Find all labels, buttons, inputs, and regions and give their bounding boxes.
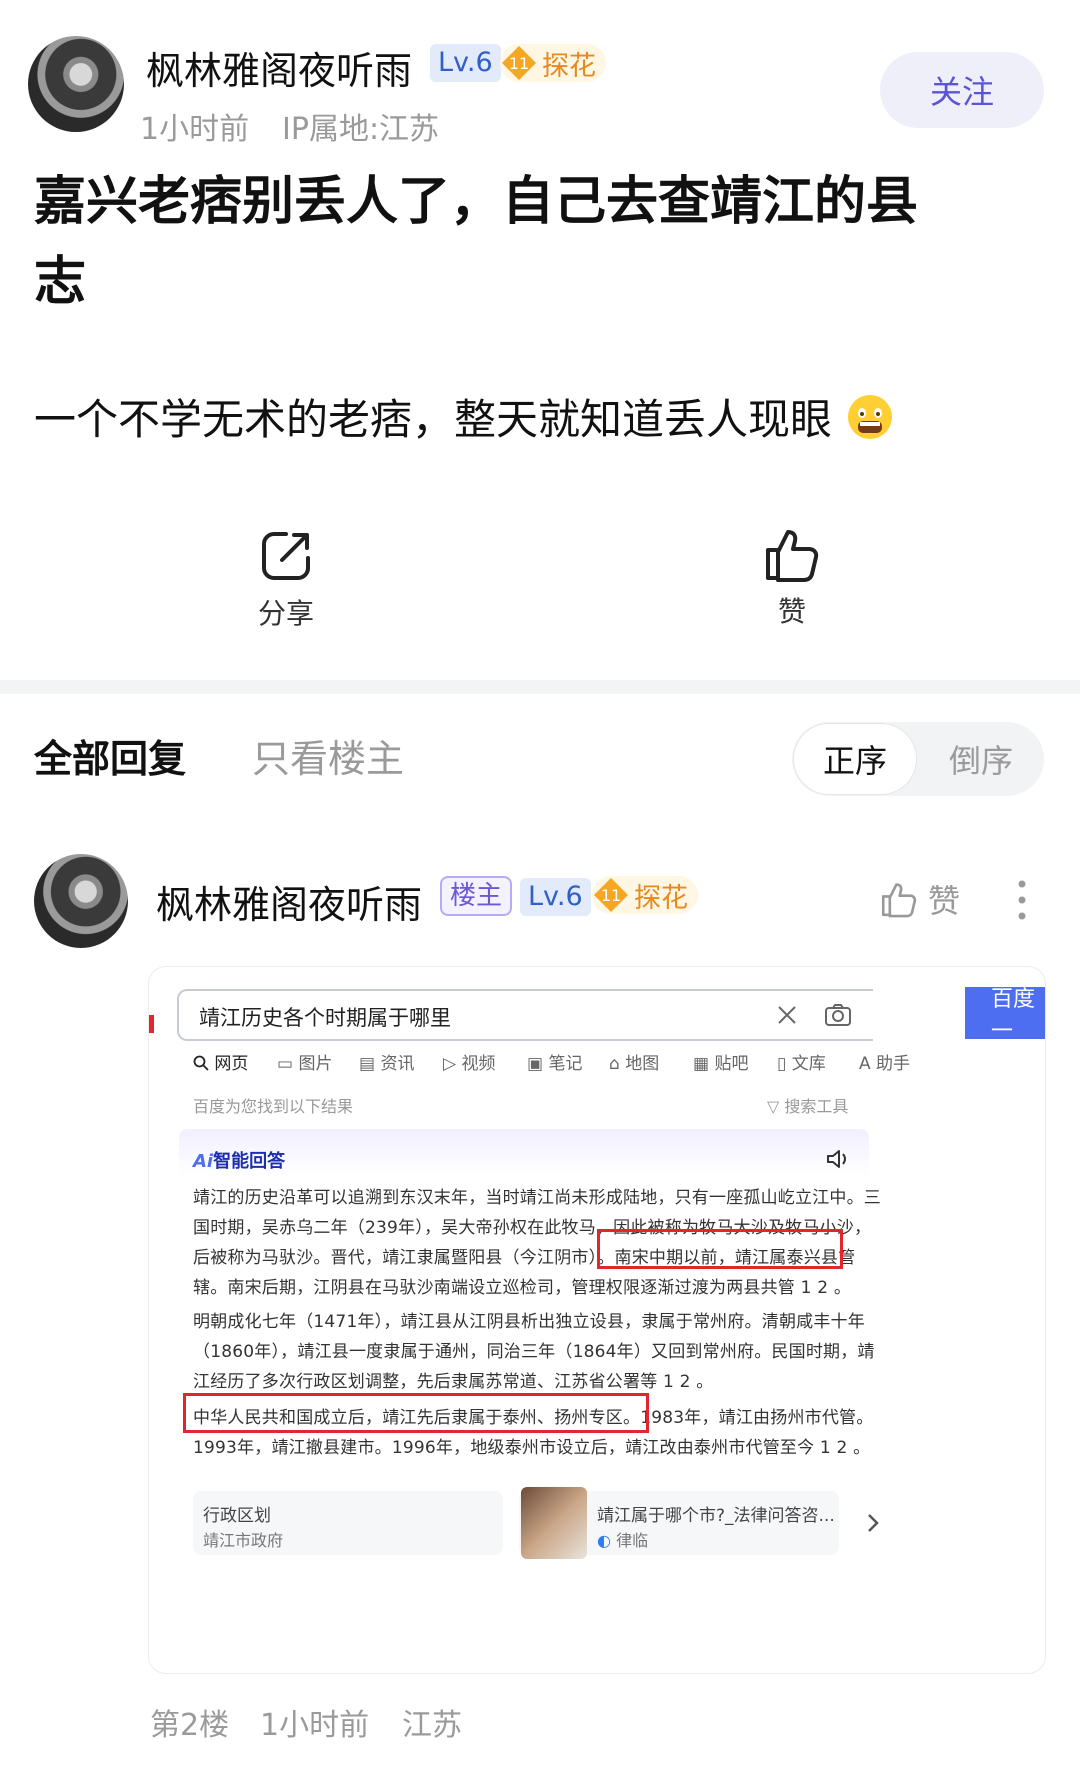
thumbs-up-icon xyxy=(881,883,917,918)
rank-diamond-icon: 11 xyxy=(502,46,536,80)
clear-icon xyxy=(775,1003,799,1027)
news-icon: ▤ xyxy=(359,1054,376,1074)
nav-map: ⌂ 地图 xyxy=(609,1054,660,1074)
reference-card: 靖江属于哪个市?_法律问答咨... ◐ 律临 xyxy=(519,1487,839,1559)
reply-location: 江苏 xyxy=(402,1708,462,1743)
ai-icon: A xyxy=(859,1054,871,1074)
highlight-box xyxy=(183,1393,649,1433)
reply-author-name[interactable]: 枫林雅阁夜听雨 xyxy=(156,874,422,929)
search-icon xyxy=(193,1055,209,1071)
result-hint: 百度为您找到以下结果 xyxy=(193,1097,354,1116)
reply-avatar[interactable] xyxy=(34,854,128,948)
camera-icon xyxy=(823,1001,853,1029)
reply-title-badge-label: 探花 xyxy=(634,882,688,914)
tieba-icon: ▦ xyxy=(693,1054,710,1074)
reply-like-button[interactable]: 赞 xyxy=(878,876,960,922)
nav-images: ▭ 图片 xyxy=(277,1054,333,1074)
search-box: 靖江历史各个时期属于哪里 xyxy=(177,989,873,1041)
sort-desc-button[interactable]: 倒序 xyxy=(920,724,1042,794)
title-badge-label: 探花 xyxy=(542,50,596,82)
post-title-line1: 嘉兴老痞别丢人了，自己去查靖江的县 xyxy=(34,172,919,232)
search-tools: ▽ 搜索工具 xyxy=(767,1097,849,1116)
reference-title: 行政区划 xyxy=(203,1506,271,1526)
lvlin-logo-icon: ◐ xyxy=(597,1531,611,1550)
thumbs-up-icon xyxy=(766,530,819,582)
search-button: 百度一 xyxy=(965,987,1045,1044)
author-avatar[interactable] xyxy=(28,36,124,132)
like-label: 赞 xyxy=(777,595,806,628)
post-body-text: 一个不学无术的老痞，整天就知道丢人现眼 xyxy=(34,395,833,444)
reference-title: 靖江属于哪个市?_法律问答咨... xyxy=(597,1506,835,1526)
share-label: 分享 xyxy=(257,597,314,630)
nav-video: ▷ 视频 xyxy=(443,1054,496,1074)
follow-button[interactable]: 关注 xyxy=(880,52,1044,128)
rank-diamond-icon: 11 xyxy=(594,878,628,912)
level-badge: Lv.6 xyxy=(430,44,501,82)
reference-source: 靖江市政府 xyxy=(203,1531,284,1550)
wenku-icon: ▯ xyxy=(777,1054,787,1074)
tab-all-replies[interactable]: 全部回复 xyxy=(34,728,186,783)
image-edge-mark xyxy=(149,1015,154,1033)
reply-like-label: 赞 xyxy=(928,882,961,920)
chevron-right-icon xyxy=(865,1511,881,1535)
title-badge: 11 探花 xyxy=(500,44,606,82)
filter-icon: ▽ xyxy=(767,1097,780,1116)
sort-asc-button[interactable]: 正序 xyxy=(794,724,916,794)
nav-news: ▤ 资讯 xyxy=(359,1054,415,1074)
svg-text:11: 11 xyxy=(601,886,621,905)
ai-line: 1993年，靖江撤县建市。1996年，地级泰州市设立后，靖江改由泰州市代管至今 … xyxy=(193,1438,871,1458)
image-icon: ▭ xyxy=(277,1054,294,1074)
reference-source: ◐ 律临 xyxy=(597,1531,649,1550)
search-nav: 网页 ▭ 图片 ▤ 资讯 ▷ 视频 ▣ 笔记 ⌂ 地图 ▦ 贴吧 ▯ 文库 A … xyxy=(193,1049,1023,1077)
owner-tag: 楼主 xyxy=(440,876,513,916)
reference-thumbnail xyxy=(521,1487,587,1559)
share-button[interactable]: 分享 xyxy=(236,526,336,632)
ai-line: 靖江的历史沿革可以追溯到东汉末年，当时靖江尚未形成陆地，只有一座孤山屹立江中。三 xyxy=(193,1188,881,1208)
map-icon: ⌂ xyxy=(609,1054,620,1074)
nav-assistant: A 助手 xyxy=(859,1054,911,1074)
post-time: 1小时前 xyxy=(140,112,250,147)
floor-number: 第2楼 xyxy=(150,1708,230,1743)
ai-logo: Ai xyxy=(193,1151,214,1172)
sort-toggle: 正序 倒序 xyxy=(792,722,1044,796)
svg-text:11: 11 xyxy=(509,54,529,73)
nav-wenku: ▯ 文库 xyxy=(777,1054,826,1074)
nav-notes: ▣ 笔记 xyxy=(527,1054,583,1074)
post-title: 嘉兴老痞别丢人了，自己去查靖江的县 志 xyxy=(34,162,1044,322)
more-options-icon[interactable] xyxy=(1012,878,1032,922)
share-icon xyxy=(262,532,310,580)
video-icon: ▷ xyxy=(443,1054,457,1074)
ai-line: 江经历了多次行政区划调整，先后隶属苏常道、江苏省公署等 1 2 。 xyxy=(193,1372,714,1392)
reference-card: 行政区划 靖江市政府 xyxy=(193,1491,503,1555)
post-title-line2: 志 xyxy=(34,252,87,312)
ai-line: 辖。南宋后期，江阴县在马驮沙南端设立巡检司，管理权限逐渐过渡为两县共管 1 2 … xyxy=(193,1278,852,1298)
nav-tieba: ▦ 贴吧 xyxy=(693,1054,749,1074)
reply-time: 1小时前 xyxy=(260,1708,370,1743)
search-query: 靖江历史各个时期属于哪里 xyxy=(199,1006,451,1030)
reply-title-badge: 11 探花 xyxy=(592,876,698,914)
section-divider xyxy=(0,680,1080,694)
speaker-icon xyxy=(825,1147,851,1171)
post-body: 一个不学无术的老痞，整天就知道丢人现眼 xyxy=(34,386,894,447)
like-button[interactable]: 赞 xyxy=(742,522,842,630)
post-ip: IP属地:江苏 xyxy=(282,112,440,147)
reply-level-badge: Lv.6 xyxy=(520,878,591,916)
ai-line: 明朝成化七年（1471年），靖江县从江阴县析出独立设县，隶属于常州府。清朝咸丰十… xyxy=(193,1312,865,1332)
ai-line: （1860年），靖江县一度隶属于通州，同治三年（1864年）又回到常州府。民国时… xyxy=(193,1342,875,1362)
notes-icon: ▣ xyxy=(527,1054,544,1074)
surprised-emoji-icon xyxy=(846,393,894,441)
tab-owner-only[interactable]: 只看楼主 xyxy=(252,728,404,783)
highlight-box xyxy=(597,1229,843,1269)
ai-answer-title: Ai智能回答 xyxy=(193,1151,286,1172)
author-name[interactable]: 枫林雅阁夜听雨 xyxy=(146,40,412,95)
nav-web: 网页 xyxy=(193,1049,248,1074)
attached-image[interactable]: 靖江历史各个时期属于哪里 百度一 网页 ▭ 图片 ▤ 资讯 ▷ 视频 ▣ 笔记 … xyxy=(148,966,1046,1674)
